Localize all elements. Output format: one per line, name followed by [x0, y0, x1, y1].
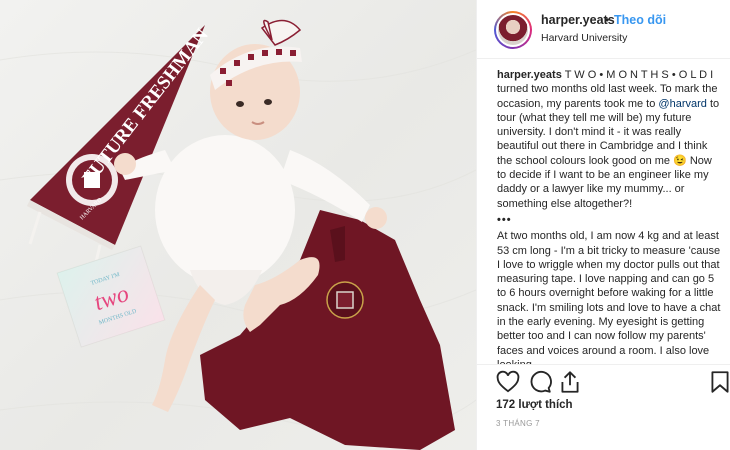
milestone-card: TODAY I'M two MONTHS OLD: [56, 245, 166, 348]
avatar-image: [498, 15, 528, 45]
location-link[interactable]: Harvard University: [541, 32, 627, 44]
caption-separator: •••: [497, 213, 512, 226]
post-date[interactable]: 3 THÁNG 7: [496, 419, 540, 428]
caption-paragraph-2: At two months old, I am now 4 kg and at …: [497, 230, 721, 364]
header-username[interactable]: harper.yeats: [541, 13, 615, 27]
instagram-post: HARVARD FUTURE FRESHMAN TODAY I'M two MO…: [0, 0, 730, 450]
avatar[interactable]: [494, 11, 532, 49]
caption-text-1b: to tour (what they tell me will be) my f…: [497, 97, 720, 210]
post-side-panel: harper.yeats • Theo dõi Harvard Universi…: [476, 0, 730, 450]
follow-button[interactable]: Theo dõi: [614, 13, 666, 27]
post-header: harper.yeats • Theo dõi Harvard Universi…: [477, 0, 730, 59]
caption-username[interactable]: harper.yeats: [497, 69, 562, 81]
heart-icon[interactable]: [495, 369, 521, 395]
post-photo[interactable]: HARVARD FUTURE FRESHMAN TODAY I'M two MO…: [0, 0, 476, 450]
header-separator: •: [605, 13, 610, 27]
comment-icon[interactable]: [527, 369, 553, 395]
share-icon[interactable]: [557, 369, 583, 395]
caption-title: T W O • M O N T H S • O L D: [564, 69, 708, 81]
post-caption: harper.yeats T W O • M O N T H S • O L D…: [497, 68, 723, 364]
likes-count[interactable]: 172 lượt thích: [496, 399, 573, 411]
post-actions: 172 lượt thích 3 THÁNG 7: [477, 364, 730, 450]
bookmark-icon[interactable]: [707, 369, 730, 395]
caption-paragraph-1: harper.yeats T W O • M O N T H S • O L D…: [497, 68, 723, 211]
baby-photo-illustration: HARVARD FUTURE FRESHMAN TODAY I'M two MO…: [0, 19, 476, 450]
mention-link[interactable]: @harvard: [658, 98, 706, 110]
